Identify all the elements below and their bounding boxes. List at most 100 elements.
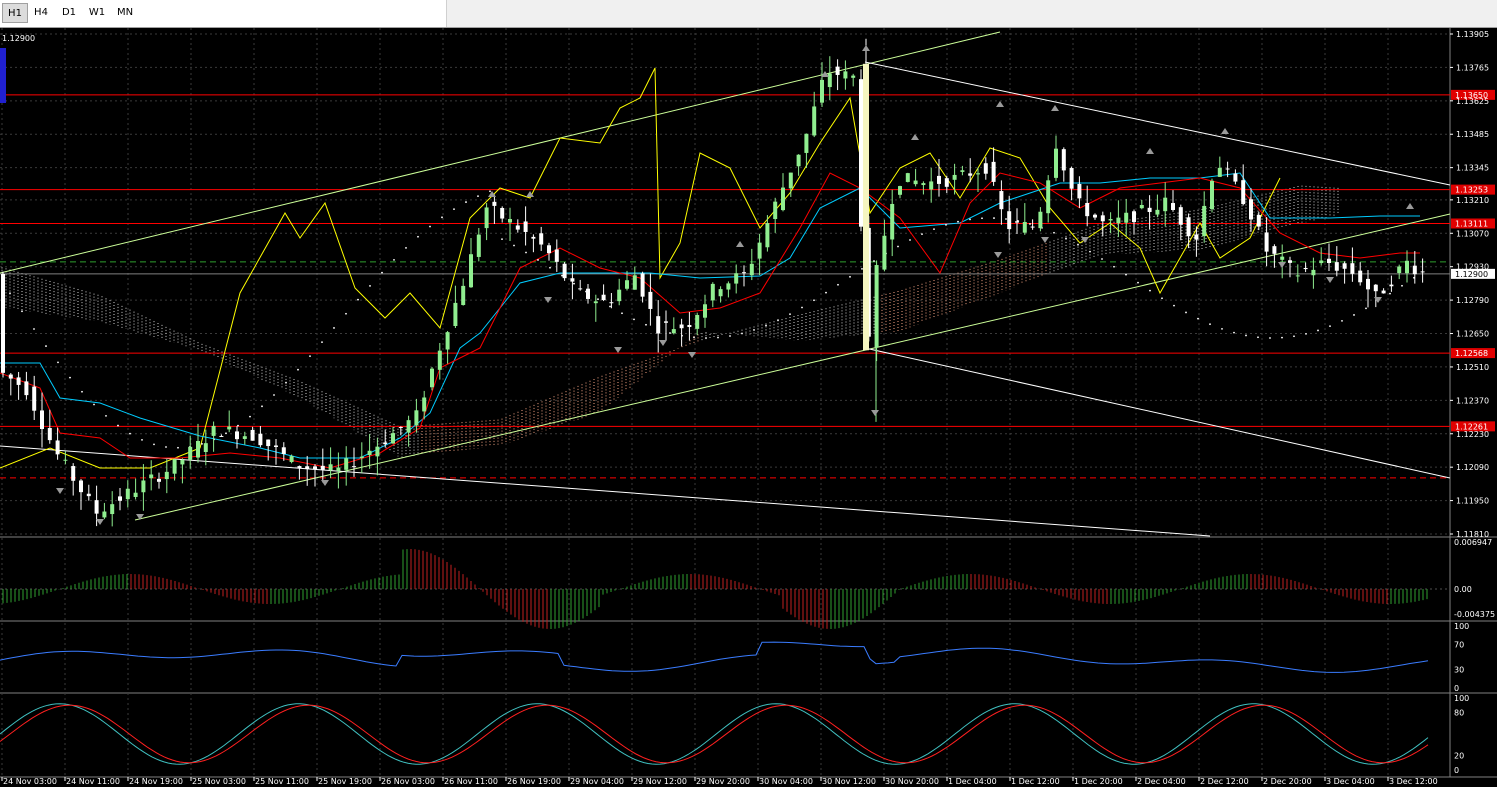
rsi-axis-label: 100	[1454, 622, 1469, 631]
candle-body	[905, 173, 910, 182]
candle-body	[882, 235, 887, 270]
tab-mn[interactable]: MN	[112, 3, 138, 23]
time-axis-label: 25 Nov 11:00	[255, 777, 309, 786]
sar-dot	[573, 282, 575, 285]
stoch-axis-label: 0	[1454, 766, 1459, 775]
sar-dot	[981, 217, 983, 220]
candle-body	[141, 480, 146, 493]
sar-dot	[285, 381, 287, 384]
candle-body	[55, 440, 60, 455]
price-axis-label: 1.12790	[1456, 296, 1489, 305]
candle-body	[757, 242, 762, 259]
sar-dot	[909, 239, 911, 241]
candle-body	[1264, 232, 1269, 252]
candle-body	[476, 234, 481, 257]
candle-body	[1038, 211, 1043, 229]
sar-dot	[1101, 258, 1103, 260]
candle-body	[1241, 180, 1246, 205]
chikou-line	[0, 67, 1281, 469]
candle-body	[820, 79, 824, 103]
sar-dot	[1113, 265, 1115, 268]
fractal-up-arrow	[1406, 203, 1414, 209]
price-level-label: 1.13111	[1455, 219, 1488, 228]
candle-body	[726, 283, 731, 290]
indicator-lines	[0, 67, 1420, 469]
candle-body	[788, 172, 793, 189]
candle-body	[1030, 226, 1035, 228]
price-chart[interactable]: 1.136501.132531.131111.125681.122611.129…	[0, 28, 1497, 787]
sar-dot	[753, 329, 755, 331]
sar-dot	[369, 285, 371, 287]
tab-w1[interactable]: W1	[84, 3, 110, 23]
fractal-up-arrow	[1221, 128, 1229, 134]
time-axis-label: 24 Nov 11:00	[66, 777, 120, 786]
sar-dot	[1305, 332, 1307, 335]
sar-dot	[693, 336, 695, 339]
candle-body	[1202, 205, 1207, 237]
candle-body	[1132, 211, 1136, 223]
candle-body	[235, 431, 239, 440]
candle-body	[921, 183, 926, 186]
sar-dot	[801, 306, 803, 309]
candle-body	[1061, 149, 1066, 171]
time-axis-label: 3 Dec 12:00	[1389, 777, 1438, 786]
price-axis-label: 1.13485	[1456, 130, 1489, 139]
candle-body	[125, 488, 130, 500]
candle-body	[531, 236, 536, 239]
lower-channel-line	[134, 213, 1451, 521]
candle-body	[1272, 246, 1277, 254]
candle-body	[710, 283, 715, 301]
sar-dot	[1173, 304, 1175, 307]
candle-body	[781, 187, 785, 211]
candle-body	[250, 429, 255, 441]
price-axis-label: 1.13345	[1456, 164, 1489, 173]
candle-body	[1358, 270, 1363, 283]
candle-body	[1249, 199, 1253, 220]
rsi-axis-label: 70	[1454, 641, 1464, 650]
sar-dot	[381, 271, 383, 274]
candle-body	[1186, 217, 1191, 237]
sar-dot	[849, 275, 851, 278]
fractal-up-arrow	[736, 241, 744, 247]
candle-body	[1342, 263, 1347, 269]
sar-dot	[81, 390, 83, 393]
sar-dot	[729, 335, 731, 337]
candle-body	[266, 439, 271, 447]
fractal-up-arrow	[1146, 148, 1154, 154]
sar-dot	[117, 424, 119, 427]
candle-body	[983, 163, 988, 174]
candle-body	[1366, 278, 1370, 290]
candle-body	[196, 440, 200, 458]
candle-body	[1420, 271, 1425, 273]
sar-dot	[1269, 337, 1271, 339]
fractal-up-arrow	[862, 45, 870, 51]
sar-dot	[45, 345, 47, 347]
candle-body	[63, 459, 68, 461]
candle-body	[1217, 167, 1222, 177]
sar-dot	[1005, 218, 1007, 220]
candle-body	[617, 289, 622, 302]
candle-body	[586, 288, 590, 299]
sar-dot	[537, 259, 539, 261]
price-axis-label: 1.12230	[1456, 430, 1489, 439]
time-axis-label: 26 Nov 11:00	[444, 777, 498, 786]
candle-body	[422, 397, 427, 412]
candle-body	[71, 466, 76, 481]
sar-dot	[549, 266, 551, 269]
time-axis-label: 1 Dec 12:00	[1011, 777, 1060, 786]
tab-h1[interactable]: H1	[2, 3, 28, 23]
candle-body	[242, 436, 247, 439]
tab-h4[interactable]: H4	[28, 3, 54, 23]
candle-body	[313, 466, 317, 470]
tab-d1[interactable]: D1	[56, 3, 82, 23]
candle-body	[1303, 267, 1308, 270]
sar-dot	[825, 291, 827, 294]
candle-body	[398, 427, 403, 429]
candle-body	[320, 465, 325, 470]
candle-body	[632, 275, 637, 290]
stoch-axis-label: 100	[1454, 694, 1469, 703]
sar-dot	[1329, 325, 1331, 328]
corner-price-label: 1.12900	[2, 34, 35, 43]
candle-body	[336, 467, 341, 471]
sar-dot	[489, 190, 491, 193]
